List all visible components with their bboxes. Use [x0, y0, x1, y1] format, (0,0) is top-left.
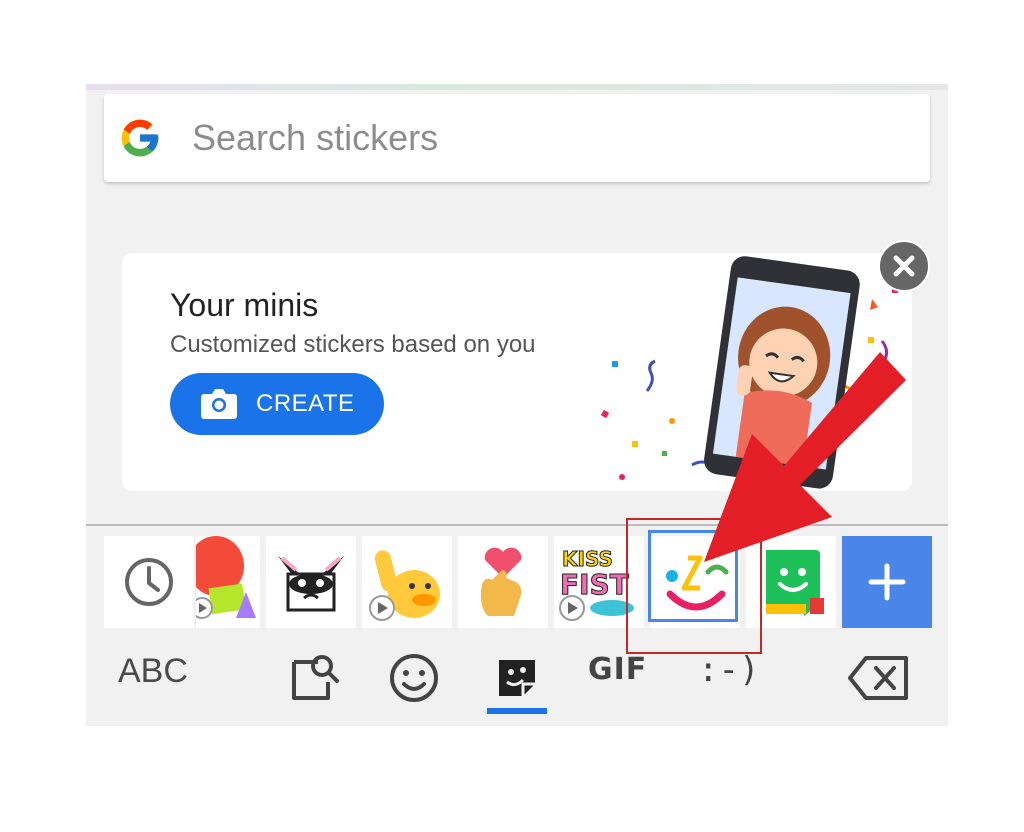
clock-icon	[125, 558, 173, 606]
close-icon	[893, 255, 915, 277]
sticker-thumbnail	[196, 536, 256, 619]
sticker-pack-row: KISS FIST	[86, 536, 948, 628]
emoji-icon[interactable]	[386, 650, 442, 706]
plus-icon	[868, 563, 906, 601]
search-bar[interactable]: Search stickers	[104, 94, 930, 182]
create-button-label: CREATE	[256, 390, 355, 417]
google-logo-icon	[121, 119, 159, 157]
promo-subtitle: Customized stickers based on you	[170, 331, 536, 358]
sticker-thumbnail	[369, 550, 440, 621]
tile-recent[interactable]	[104, 536, 194, 628]
divider	[86, 524, 948, 526]
close-promo-button[interactable]	[878, 240, 930, 292]
minis-promo-card: Your minis Customized stickers based on …	[122, 253, 912, 491]
add-sticker-pack-button[interactable]	[842, 536, 932, 628]
camera-icon	[201, 389, 237, 419]
search-input[interactable]: Search stickers	[192, 94, 438, 182]
tile-heart-hand-pack[interactable]	[458, 536, 548, 628]
top-strip	[86, 84, 948, 90]
keyboard-panel: Search stickers Your minis Customized st…	[86, 84, 948, 726]
gif-button[interactable]: GIF	[588, 652, 647, 687]
sticker-icon[interactable]	[489, 650, 545, 706]
tile-red-creatures-pack[interactable]	[196, 536, 260, 628]
abc-button[interactable]: ABC	[118, 652, 188, 691]
sticker-thumbnail	[480, 547, 522, 616]
annotation-highlight-box	[626, 518, 762, 654]
create-button[interactable]: CREATE	[170, 373, 384, 435]
keyboard-nav-bar: ABC GIF :-)	[86, 640, 948, 726]
promo-title: Your minis	[170, 287, 319, 323]
tile-duck-pack[interactable]	[362, 536, 452, 628]
tile-dog-pack[interactable]	[266, 536, 356, 628]
active-tab-indicator	[487, 708, 547, 714]
backspace-icon[interactable]	[846, 650, 912, 706]
emoticon-button[interactable]: :-)	[698, 650, 759, 690]
phone-illustration	[600, 256, 898, 489]
sticker-thumbnail	[278, 556, 344, 612]
sticker-search-icon[interactable]	[286, 650, 342, 706]
